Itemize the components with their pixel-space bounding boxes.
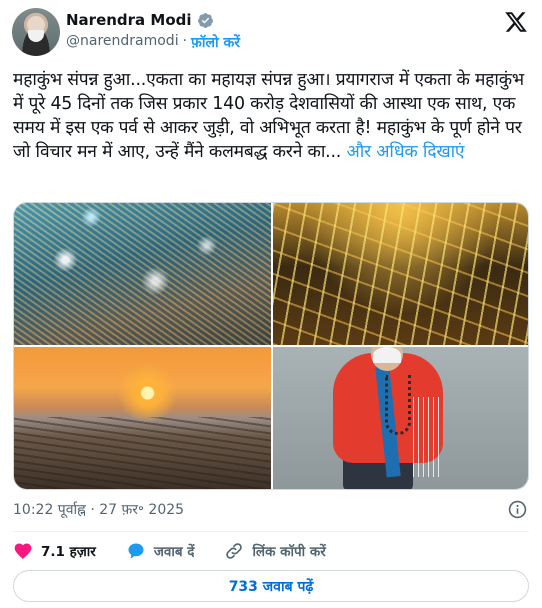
author-name[interactable]: Narendra Modi bbox=[66, 11, 192, 29]
like-button[interactable]: 7.1 हज़ार bbox=[13, 541, 96, 561]
copy-link-label: लिंक कॉपी करें bbox=[252, 544, 326, 560]
photo-crowd-night[interactable] bbox=[14, 203, 271, 345]
copy-link-button[interactable]: लिंक कॉपी करें bbox=[224, 541, 326, 561]
reply-label: जवाब दें bbox=[153, 544, 195, 560]
separator-dot: · bbox=[182, 33, 188, 49]
handle-row: @narendramodi · फ़ॉलो करें bbox=[66, 33, 240, 52]
x-logo-icon[interactable] bbox=[504, 10, 528, 34]
info-icon[interactable] bbox=[508, 500, 527, 519]
author-name-row[interactable]: Narendra Modi bbox=[66, 11, 214, 29]
follow-button[interactable]: फ़ॉलो करें bbox=[191, 33, 240, 52]
media-grid bbox=[13, 202, 529, 490]
show-more-link[interactable]: और अधिक दिखाएं bbox=[346, 142, 464, 162]
photo-sunset-sangam[interactable] bbox=[14, 347, 271, 489]
like-count: 7.1 हज़ार bbox=[41, 544, 96, 560]
divider bbox=[13, 531, 529, 532]
photo-aerial-lights[interactable] bbox=[273, 203, 528, 345]
timestamp[interactable]: 10:22 पूर्वाह्न · 27 फ़र॰ 2025 bbox=[13, 500, 184, 519]
tweet-text: महाकुंभ संपन्न हुआ...एकता का महायज्ञ संप… bbox=[13, 68, 531, 164]
author-handle[interactable]: @narendramodi bbox=[66, 33, 179, 52]
avatar[interactable] bbox=[12, 8, 60, 56]
reply-button[interactable]: जवाब दें bbox=[126, 541, 195, 561]
heart-icon bbox=[14, 543, 32, 559]
reply-icon bbox=[128, 543, 144, 559]
link-icon bbox=[226, 543, 243, 559]
tweet-card: Narendra Modi @narendramodi · फ़ॉलो करें… bbox=[0, 0, 542, 608]
action-bar: 7.1 हज़ार जवाब दें लिंक कॉपी करें bbox=[13, 540, 356, 562]
verified-badge-icon bbox=[197, 12, 213, 28]
read-replies-button[interactable]: 733 जवाब पढ़ें bbox=[13, 570, 529, 602]
photo-river-prayer[interactable] bbox=[273, 347, 528, 489]
